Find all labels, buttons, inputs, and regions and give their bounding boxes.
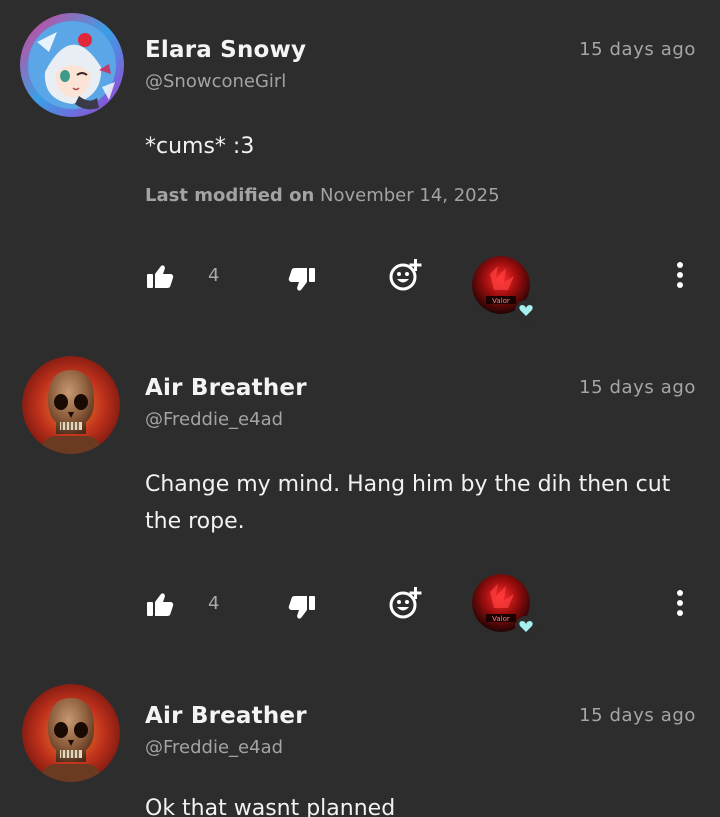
heart-icon <box>519 621 533 632</box>
more-options-button[interactable] <box>670 260 690 290</box>
comment-text: Ok that wasnt planned <box>145 796 396 817</box>
heart-badge <box>515 616 537 638</box>
add-reaction-button[interactable] <box>388 258 424 292</box>
more-options-button[interactable] <box>670 588 690 618</box>
comment-timestamp: 15 days ago <box>579 377 696 398</box>
thumbs-down-icon <box>288 596 315 619</box>
anime-girl-avatar-icon <box>20 13 124 117</box>
author-name[interactable]: Elara Snowy <box>145 36 306 64</box>
author-handle[interactable]: @SnowconeGirl <box>145 70 286 94</box>
heart-badge <box>515 300 537 322</box>
comment-actions: 4 Valor <box>0 244 720 322</box>
comment-actions: 4 Valor <box>0 572 720 638</box>
dislike-button[interactable] <box>288 266 316 292</box>
like-count: 4 <box>208 265 220 286</box>
add-reaction-icon <box>389 259 422 291</box>
svg-text:Valor: Valor <box>492 297 510 305</box>
author-avatar[interactable] <box>17 12 127 118</box>
add-reaction-button[interactable] <box>388 586 424 620</box>
thumbs-up-icon <box>147 593 174 616</box>
svg-text:Valor: Valor <box>492 615 510 623</box>
skull-avatar-icon <box>22 356 120 454</box>
more-vertical-icon <box>677 262 683 288</box>
comment-text: Change my mind. Hang him by the dih then… <box>145 472 671 534</box>
modified-date: November 14, 2025 <box>320 185 500 206</box>
like-button[interactable] <box>146 592 174 618</box>
add-reaction-icon <box>389 587 422 619</box>
comment-timestamp: 15 days ago <box>579 705 696 726</box>
more-vertical-icon <box>677 590 683 616</box>
comment-timestamp: 15 days ago <box>579 39 696 60</box>
modified-notice: Last modified on November 14, 2025 <box>145 184 500 208</box>
author-name[interactable]: Air Breather <box>145 374 307 402</box>
author-handle[interactable]: @Freddie_e4ad <box>145 408 283 432</box>
like-count: 4 <box>208 593 220 614</box>
author-avatar[interactable] <box>22 356 120 454</box>
thumbs-up-icon <box>147 265 174 288</box>
heart-icon <box>519 305 533 316</box>
comment-feed: Elara Snowy @SnowconeGirl 15 days ago *c… <box>0 0 720 817</box>
comment-text: *cums* :3 <box>145 134 255 159</box>
like-button[interactable] <box>146 264 174 290</box>
author-handle[interactable]: @Freddie_e4ad <box>145 736 283 760</box>
thumbs-down-icon <box>288 268 315 291</box>
author-avatar[interactable] <box>22 684 120 782</box>
modified-label: Last modified on <box>145 185 315 206</box>
skull-avatar-icon <box>22 684 120 782</box>
author-name[interactable]: Air Breather <box>145 702 307 730</box>
dislike-button[interactable] <box>288 594 316 620</box>
